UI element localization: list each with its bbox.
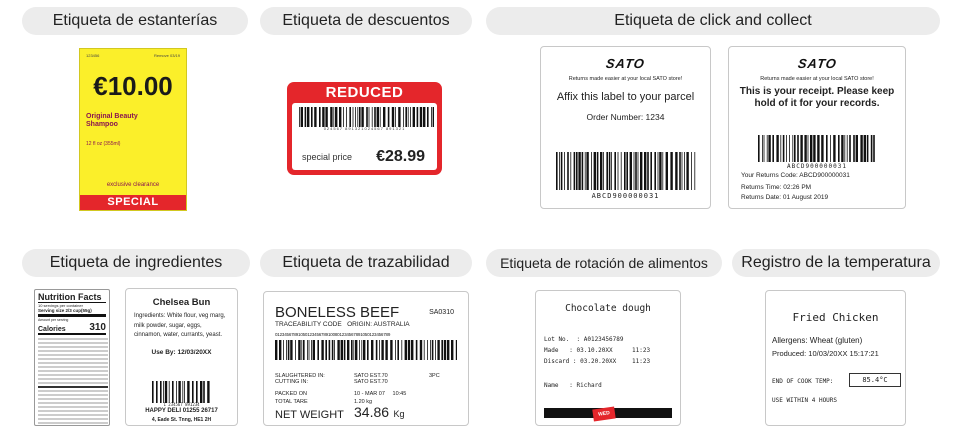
nutrition-calories-label: Calories <box>38 326 66 333</box>
click-collect-label-receipt: SATO Returns made easier at your local S… <box>728 46 906 209</box>
discount-barcode <box>299 107 434 127</box>
sato-logo: SATO <box>796 56 838 71</box>
temperature-title: Fried Chicken <box>792 311 879 324</box>
temperature-allergens: Allergens: Wheat (gluten) <box>772 336 863 345</box>
category-temperature-label[interactable]: Registro de la temperatura <box>732 249 940 277</box>
trace-pc: 3PC <box>429 373 440 379</box>
rotation-name: Name : Richard <box>544 382 602 389</box>
click-collect-order: Order Number: 1234 <box>586 112 665 122</box>
shelf-label: 123456 Remove 03/19 €10.00 Original Beau… <box>79 48 187 211</box>
category-click-collect-label[interactable]: Etiqueta de click and collect <box>486 7 940 35</box>
traceability-label: BONELESS BEEF SA0310 TRACEABILITY CODE O… <box>263 291 469 426</box>
temperature-label: Fried Chicken Allergens: Wheat (gluten) … <box>765 290 906 426</box>
shelf-label-price: €10.00 <box>93 71 173 101</box>
rotation-made-time: 11:23 <box>632 347 651 354</box>
shelf-label-offer: exclusive clearance <box>106 182 160 188</box>
receipt-code-line: Your Returns Code: ABCD900000031 <box>741 172 850 179</box>
trace-sato2: SATO EST.70 <box>354 379 388 385</box>
sato-logo: SATO <box>604 56 647 71</box>
receipt-barcode <box>758 135 875 162</box>
ingredients-barcode <box>152 381 210 403</box>
temperature-cook-value: 85.4°C <box>849 373 901 387</box>
discount-label: REDUCED 024567 891321024567 891321 speci… <box>287 82 442 175</box>
parcel-barcode <box>556 152 696 190</box>
discount-barcode-digits: 024567 891321024567 891321 <box>323 126 406 131</box>
shelf-label-code: 123456 <box>86 53 100 58</box>
nutrition-calories: 310 <box>89 322 106 333</box>
trace-cutting: CUTTING IN: <box>275 379 308 385</box>
shelf-label-banner: SPECIAL <box>80 195 186 210</box>
click-collect-instruction: Affix this label to your parcel <box>556 91 695 103</box>
trace-packed-on: PACKED ON <box>275 391 307 397</box>
rotation-title: Chocolate dough <box>565 303 651 314</box>
ingredients-shop: HAPPY DELI 01255 26717 <box>145 408 218 414</box>
receipt-message: This is your receipt. Please keep hold o… <box>739 86 895 109</box>
rotation-made: Made : 03.10.20XX <box>544 347 613 354</box>
parcel-barcode-text: ABCD900000031 <box>591 192 660 200</box>
shelf-label-size: 12 fl oz (355ml) <box>86 141 121 147</box>
discount-label-header: REDUCED <box>325 84 404 101</box>
receipt-barcode-text: ABCD900000031 <box>787 163 847 170</box>
category-discount-label[interactable]: Etiqueta de descuentos <box>260 7 472 35</box>
trace-packed-val: 10 - MAR 07 10:45 <box>354 391 407 397</box>
discount-price: €28.99 <box>376 148 425 165</box>
shelf-label-product: Original Beauty Shampoo <box>86 113 138 128</box>
nutrition-serving-size: Serving size 2/3 cup(55g) <box>38 308 106 317</box>
nutrition-rows <box>38 338 108 424</box>
category-shelf-label[interactable]: Etiqueta de estanterías <box>22 7 248 35</box>
category-ingredients-label[interactable]: Etiqueta de ingredientes <box>22 249 250 277</box>
rotation-label: Chocolate dough Lot No. : A0123456789 Ma… <box>535 290 681 426</box>
trace-barcode-text: 0123456789105012345678910080123456789105… <box>275 332 391 337</box>
ingredients-text: Ingredients: White flour, veg marg, milk… <box>134 313 226 338</box>
nutrition-title: Nutrition Facts <box>38 292 106 303</box>
category-traceability-label[interactable]: Etiqueta de trazabilidad <box>260 249 472 277</box>
temperature-cook-label: END OF COOK TEMP: <box>772 378 834 385</box>
trace-barcode <box>275 340 457 360</box>
discount-caption: special price <box>302 152 353 162</box>
temperature-use-within: USE WITHIN 4 HOURS <box>772 397 838 404</box>
ingredients-address: 4, Eade St. Tnng, HE1 2H <box>151 417 212 423</box>
receipt-time-line: Returns Time: 02:26 PM <box>741 184 812 191</box>
trace-net: NET WEIGHT <box>275 409 344 421</box>
ingredients-barcode-text: 1 234567 891234 <box>163 402 200 407</box>
click-collect-tagline: Returns made easier at your local SATO s… <box>568 76 683 82</box>
trace-tare: TOTAL TARE <box>275 399 308 405</box>
rotation-discard-time: 11:23 <box>632 358 651 365</box>
nutrition-facts-label: Nutrition Facts 10 servings per containe… <box>34 289 110 426</box>
trace-title: BONELESS BEEF <box>275 304 400 321</box>
trace-net-value: 34.86 <box>354 404 390 420</box>
temperature-produced: Produced: 10/03/20XX 15:17:21 <box>772 349 879 358</box>
rotation-discard: Discard : 03.20.20XX <box>544 358 617 365</box>
rotation-day-tag: WED <box>592 406 616 422</box>
rotation-lot: Lot No. : A0123456789 <box>544 336 624 343</box>
click-collect-label-parcel: SATO Returns made easier at your local S… <box>540 46 711 209</box>
category-rotation-label[interactable]: Etiqueta de rotación de alimentos <box>486 249 722 277</box>
trace-net-unit: Kg <box>393 409 405 419</box>
ingredients-label: Chelsea Bun Ingredients: White flour, ve… <box>125 288 238 426</box>
ingredients-use-by: Use By: 12/03/20XX <box>151 348 212 356</box>
trace-code: SA0310 <box>429 309 454 316</box>
ingredients-title: Chelsea Bun <box>152 297 211 308</box>
trace-sub: TRACEABILITY CODE ORIGIN: AUSTRALIA <box>275 321 410 328</box>
shelf-label-promo: Remove 03/19 <box>153 53 180 58</box>
receipt-date-line: Returns Date: 01 August 2019 <box>741 194 829 201</box>
receipt-tagline: Returns made easier at your local SATO s… <box>760 76 874 82</box>
